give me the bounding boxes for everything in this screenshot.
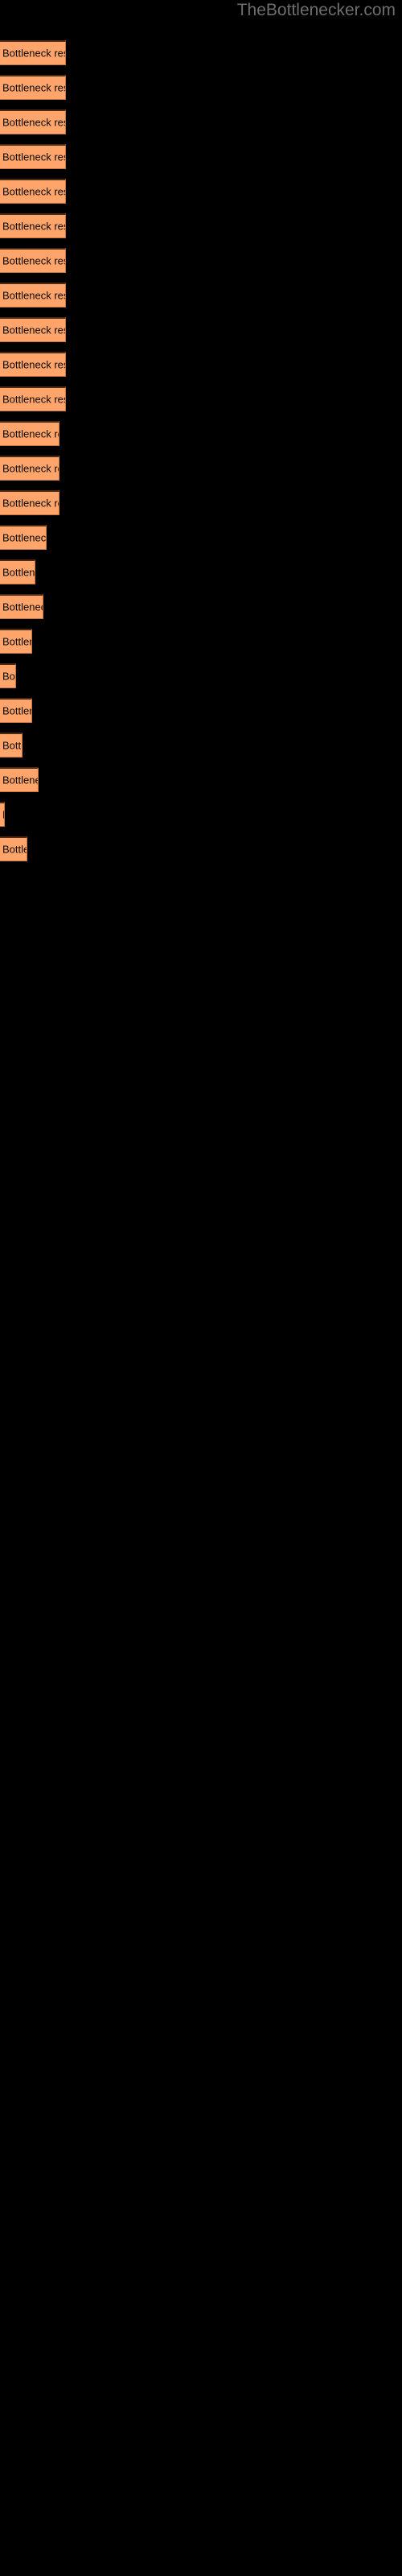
bar-row: Bottleneck result <box>0 386 402 411</box>
bar-14[interactable]: Bottleneck result <box>0 490 59 515</box>
bar-label: Bottleneck result <box>2 670 15 683</box>
bar-label: Bottleneck result <box>2 393 65 406</box>
bar-row: Bottleneck result <box>0 421 402 446</box>
bar-row: Bottleneck result <box>0 213 402 238</box>
bar-label: Bottleneck result <box>2 843 27 856</box>
bar-8[interactable]: Bottleneck result <box>0 283 66 308</box>
bar-row: Bottleneck result <box>0 352 402 377</box>
bar-label: Bottleneck result <box>2 739 23 752</box>
bar-label: Bottleneck result <box>2 324 65 336</box>
bar-6[interactable]: Bottleneck result <box>0 213 66 238</box>
bar-12[interactable]: Bottleneck result <box>0 421 59 446</box>
bar-row: Bottleneck result <box>0 109 402 134</box>
bar-row: Bottleneck result <box>0 698 402 723</box>
bar-19[interactable]: Bottleneck result <box>0 663 16 688</box>
bar-15[interactable]: Bottleneck result <box>0 525 47 550</box>
bar-row: Bottleneck result <box>0 559 402 584</box>
bar-label: Bottleneck result <box>2 601 43 613</box>
bar-7[interactable]: Bottleneck result <box>0 248 66 273</box>
bar-row: Bottleneck result <box>0 663 402 688</box>
bar-label: Bottleneck result <box>2 116 65 129</box>
bar-21[interactable]: Bottleneck result <box>0 733 23 758</box>
bar-2[interactable]: Bottleneck result <box>0 75 66 100</box>
bar-label: Bottleneck result <box>2 566 35 579</box>
bar-24[interactable]: Bottleneck result <box>0 836 27 861</box>
page-root: TheBottlenecker.com Bottleneck resultBot… <box>0 0 402 2576</box>
bar-row: Bottleneck result <box>0 248 402 273</box>
bar-label: Bottleneck result <box>2 254 65 267</box>
site-title: TheBottlenecker.com <box>236 1 396 19</box>
bar-row: Bottleneck result <box>0 40 402 65</box>
bar-5[interactable]: Bottleneck result <box>0 179 66 204</box>
bar-row: Bottleneck result <box>0 594 402 619</box>
bar-9[interactable]: Bottleneck result <box>0 317 66 342</box>
bar-20[interactable]: Bottleneck result <box>0 698 32 723</box>
bar-label: Bottleneck result <box>2 427 59 440</box>
bar-10[interactable]: Bottleneck result <box>0 352 66 377</box>
bar-label: Bottleneck result <box>2 185 65 198</box>
bar-row: Bottleneck result <box>0 317 402 342</box>
bar-row: Bottleneck result <box>0 802 402 827</box>
bar-label: Bottleneck result <box>2 47 65 60</box>
bar-16[interactable]: Bottleneck result <box>0 559 35 584</box>
bar-label: Bottleneck result <box>2 704 31 717</box>
bar-row: Bottleneck result <box>0 144 402 169</box>
bar-17[interactable]: Bottleneck result <box>0 594 43 619</box>
bar-row: Bottleneck result <box>0 179 402 204</box>
bar-label: Bottleneck result <box>2 809 4 821</box>
bar-label: Bottleneck result <box>2 289 65 302</box>
bar-label: Bottleneck result <box>2 358 65 371</box>
bar-label: Bottleneck result <box>2 462 59 475</box>
bar-label: Bottleneck result <box>2 81 65 94</box>
bar-label: Bottleneck result <box>2 151 65 163</box>
bar-row: Bottleneck result <box>0 75 402 100</box>
bar-22[interactable]: Bottleneck result <box>0 767 39 792</box>
bar-row: Bottleneck result <box>0 629 402 654</box>
bottleneck-bar-chart: Bottleneck result Bottleneck result Bottle… <box>0 40 402 1723</box>
bar-row: Bottleneck result <box>0 767 402 792</box>
bar-11[interactable]: Bottleneck result <box>0 386 66 411</box>
bar-label: Bottleneck result <box>2 220 65 233</box>
bar-3[interactable]: Bottleneck result <box>0 109 66 134</box>
bar-label: Bottleneck result <box>2 531 47 544</box>
bar-row: Bottleneck result <box>0 283 402 308</box>
bar-23[interactable]: Bottleneck result <box>0 802 5 827</box>
bar-row: Bottleneck result <box>0 733 402 758</box>
bar-4[interactable]: Bottleneck result <box>0 144 66 169</box>
bar-row: Bottleneck result <box>0 525 402 550</box>
bar-13[interactable]: Bottleneck result <box>0 456 59 481</box>
bar-18[interactable]: Bottleneck result <box>0 629 32 654</box>
bar-label: Bottleneck result <box>2 635 31 648</box>
bar-1[interactable]: Bottleneck result <box>0 40 66 65</box>
bar-label: Bottleneck result <box>2 774 38 786</box>
bar-row: Bottleneck result <box>0 490 402 515</box>
bar-row: Bottleneck result <box>0 836 402 861</box>
bar-row: Bottleneck result <box>0 456 402 481</box>
bar-label: Bottleneck result <box>2 497 59 510</box>
